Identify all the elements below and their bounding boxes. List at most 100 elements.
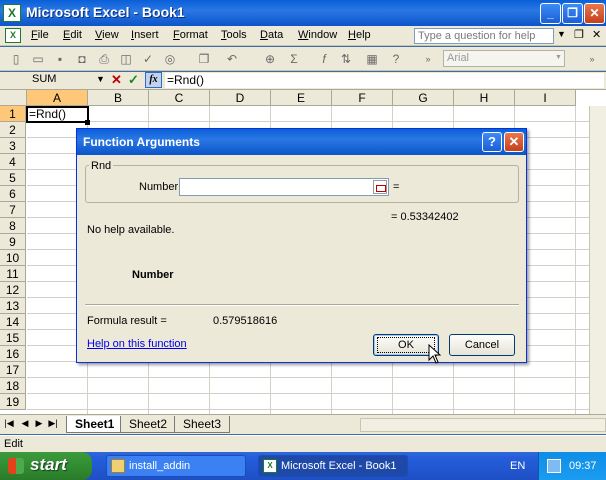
taskbar-item-install-addin[interactable]: install_addin [106,455,246,477]
number-argument-input[interactable] [179,178,389,196]
toolbar-more-icon[interactable]: » [584,51,600,67]
row-header[interactable]: 5 [0,170,26,186]
toolbar-options-icon[interactable]: » [420,51,436,67]
tab-sheet3[interactable]: Sheet3 [174,416,231,433]
font-name-box[interactable]: Arial [443,50,565,67]
row-header[interactable]: 19 [0,394,26,410]
column-header[interactable]: G [393,90,454,106]
row-header[interactable]: 6 [0,186,26,202]
row-header[interactable]: 8 [0,218,26,234]
menu-insert[interactable]: Insert [131,29,159,41]
permission-icon[interactable]: ◘ [74,51,90,67]
name-box-dropdown-icon[interactable]: ▼ [96,74,105,84]
row-header[interactable]: 9 [0,234,26,250]
row-header[interactable]: 1 [0,106,26,122]
column-header[interactable]: I [515,90,576,106]
select-all-corner[interactable] [0,90,27,106]
print-preview-icon[interactable]: ◫ [118,51,134,67]
column-header[interactable]: A [27,90,88,106]
row-header[interactable]: 3 [0,138,26,154]
row-header[interactable]: 14 [0,314,26,330]
formula-input[interactable]: =Rnd() [165,73,604,88]
close-button[interactable]: ✕ [584,3,605,24]
help-icon[interactable]: ? [388,51,404,67]
menu-window[interactable]: Window [298,29,337,41]
hyperlink-icon[interactable]: ⊕ [262,51,278,67]
save-icon[interactable]: ▪ [52,51,68,67]
tab-sheet2[interactable]: Sheet2 [120,416,177,433]
column-header[interactable]: H [454,90,515,106]
column-header[interactable]: C [149,90,210,106]
row-header[interactable]: 2 [0,122,26,138]
windows-logo-icon [8,458,24,474]
sort-ascending-icon[interactable]: ⇅ [338,51,354,67]
font-dropdown-icon[interactable]: ▼ [555,54,562,61]
first-sheet-icon[interactable]: |◀ [4,418,14,429]
row-header[interactable]: 15 [0,330,26,346]
row-header[interactable]: 4 [0,154,26,170]
language-indicator[interactable]: EN [510,452,525,480]
excel-app-icon[interactable]: X [3,4,21,22]
row-header[interactable]: 18 [0,378,26,394]
next-sheet-icon[interactable]: ▶ [34,418,44,429]
spelling-icon[interactable]: ✓ [140,51,156,67]
undo-icon[interactable]: ↶ [224,51,240,67]
column-header[interactable]: B [88,90,149,106]
row-header[interactable]: 11 [0,266,26,282]
horizontal-scrollbar[interactable] [360,418,606,432]
restore-button[interactable]: ❐ [562,3,583,24]
row-header[interactable]: 7 [0,202,26,218]
row-header[interactable]: 12 [0,282,26,298]
workbook-icon[interactable]: X [5,28,21,43]
fill-handle[interactable] [85,120,90,125]
window-title-bar[interactable]: X Microsoft Excel - Book1 _ ❐ ✕ [0,0,606,26]
name-box[interactable]: SUM [2,73,104,88]
row-header[interactable]: 10 [0,250,26,266]
copy-icon[interactable]: ❐ [196,51,212,67]
column-header[interactable]: E [271,90,332,106]
chart-wizard-icon[interactable]: ▦ [364,51,380,67]
cancel-button[interactable]: Cancel [449,334,515,356]
menu-tools[interactable]: Tools [221,29,247,41]
dialog-help-button[interactable]: ? [482,132,502,152]
column-header[interactable]: F [332,90,393,106]
dialog-close-button[interactable]: ✕ [504,132,524,152]
research-icon[interactable]: ◎ [162,51,178,67]
clock[interactable]: 09:37 [569,460,597,472]
menu-format[interactable]: Format [173,29,208,41]
menu-edit[interactable]: Edit [63,29,82,41]
row-header[interactable]: 13 [0,298,26,314]
new-icon[interactable]: ▯ [8,51,24,67]
menu-file[interactable]: File [31,29,49,41]
menu-data[interactable]: Data [260,29,283,41]
insert-function-icon[interactable]: f [316,51,332,67]
taskbar-item-excel[interactable]: X Microsoft Excel - Book1 [258,455,408,477]
start-button[interactable]: start [0,452,92,480]
menu-view[interactable]: View [95,29,119,41]
status-bar: Edit [0,435,606,452]
active-cell-a1[interactable]: =Rnd() [26,106,89,123]
vertical-scrollbar[interactable] [589,106,606,414]
ask-question-input[interactable]: Type a question for help [414,28,554,44]
autosum-icon[interactable]: Σ [286,51,302,67]
column-header[interactable]: D [210,90,271,106]
menu-help[interactable]: Help [348,29,371,41]
row-header[interactable]: 17 [0,362,26,378]
tab-sheet1[interactable]: Sheet1 [66,416,124,433]
prev-sheet-icon[interactable]: ◀ [20,418,30,429]
workbook-close-button[interactable]: ✕ [592,28,601,41]
cancel-entry-button[interactable]: ✕ [111,72,125,88]
workbook-restore-button[interactable]: ❐ [574,28,584,41]
open-icon[interactable]: ▭ [30,51,46,67]
network-icon[interactable] [547,459,561,473]
help-on-function-link[interactable]: Help on this function [87,338,187,350]
enter-button[interactable]: ✓ [128,72,142,88]
print-icon[interactable]: ⎙ [96,51,112,67]
insert-function-button[interactable]: fx [145,72,162,88]
ask-dropdown-icon[interactable]: ▼ [557,29,566,39]
minimize-button[interactable]: _ [540,3,561,24]
dialog-title[interactable]: Function Arguments [77,129,526,155]
collapse-dialog-icon[interactable] [373,180,387,194]
row-header[interactable]: 16 [0,346,26,362]
last-sheet-icon[interactable]: ▶| [48,418,58,429]
